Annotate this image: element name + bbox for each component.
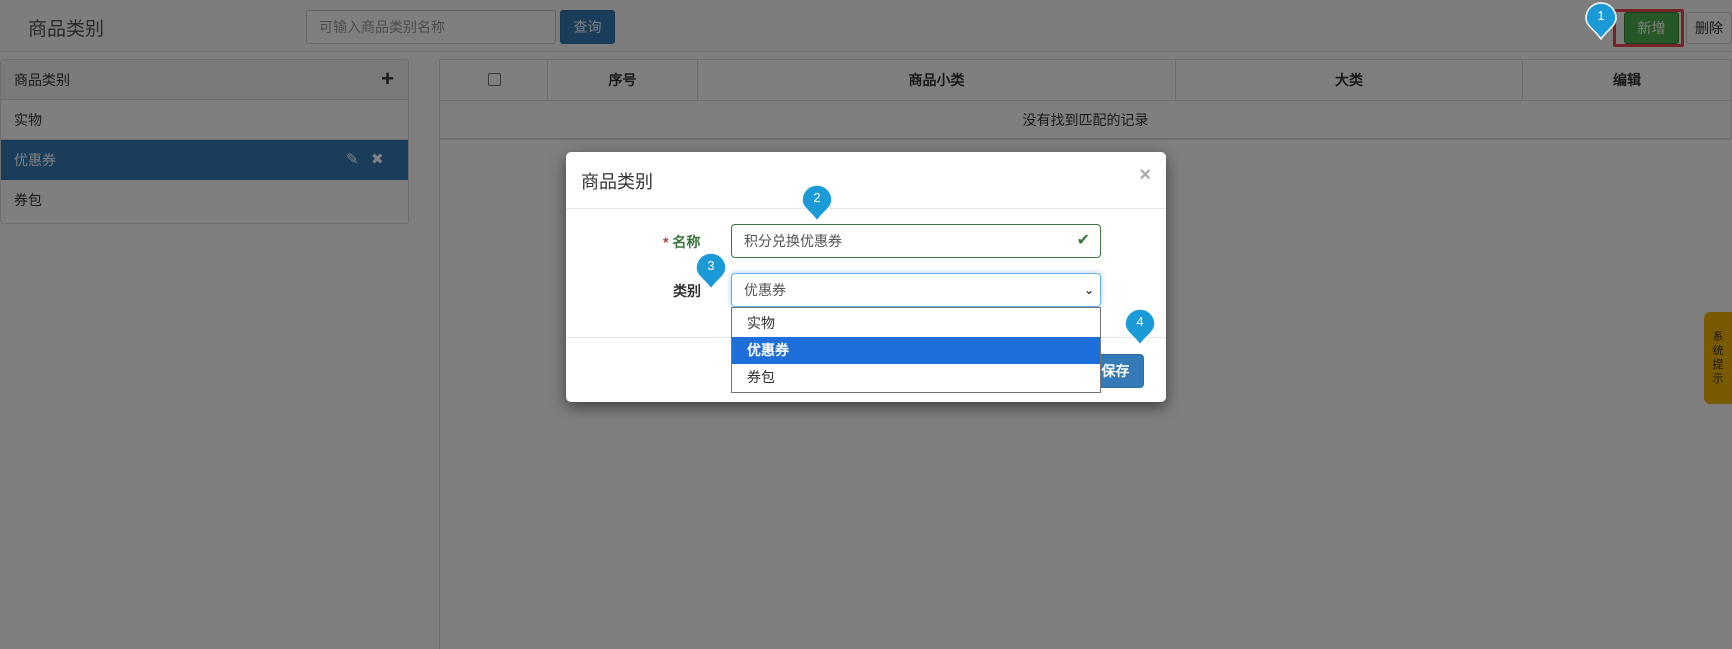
step-marker-3: 3: [694, 252, 728, 290]
step-marker-2: 2: [800, 184, 834, 222]
modal-close-icon[interactable]: ×: [1139, 164, 1151, 187]
modal-header-divider: [566, 208, 1166, 209]
step-marker-label: 2: [813, 190, 821, 205]
category-dropdown-list: 实物 优惠券 券包: [731, 307, 1101, 393]
category-select[interactable]: 优惠券 ⌄: [731, 273, 1101, 307]
name-input-value: 积分兑换优惠券: [744, 233, 842, 249]
required-mark: *: [663, 234, 669, 250]
name-label-text: 名称: [672, 234, 701, 250]
modal-title: 商品类别: [581, 172, 653, 192]
check-icon: ✔: [1076, 232, 1090, 249]
step-marker-1: 1: [1584, 2, 1618, 40]
name-input[interactable]: 积分兑换优惠券 ✔: [731, 224, 1101, 258]
step-marker-label: 4: [1136, 314, 1144, 329]
step-marker-label: 1: [1597, 8, 1605, 23]
chevron-down-icon: ⌄: [1083, 283, 1094, 297]
category-select-value: 优惠券: [744, 282, 786, 298]
dropdown-option-coupon[interactable]: 优惠券: [732, 337, 1100, 364]
dropdown-option-physical[interactable]: 实物: [732, 310, 1100, 337]
dropdown-option-coupon-pack[interactable]: 券包: [732, 364, 1100, 391]
name-label: * 名称: [663, 232, 700, 252]
step-marker-label: 3: [707, 258, 715, 273]
step-marker-4: 4: [1123, 308, 1157, 346]
